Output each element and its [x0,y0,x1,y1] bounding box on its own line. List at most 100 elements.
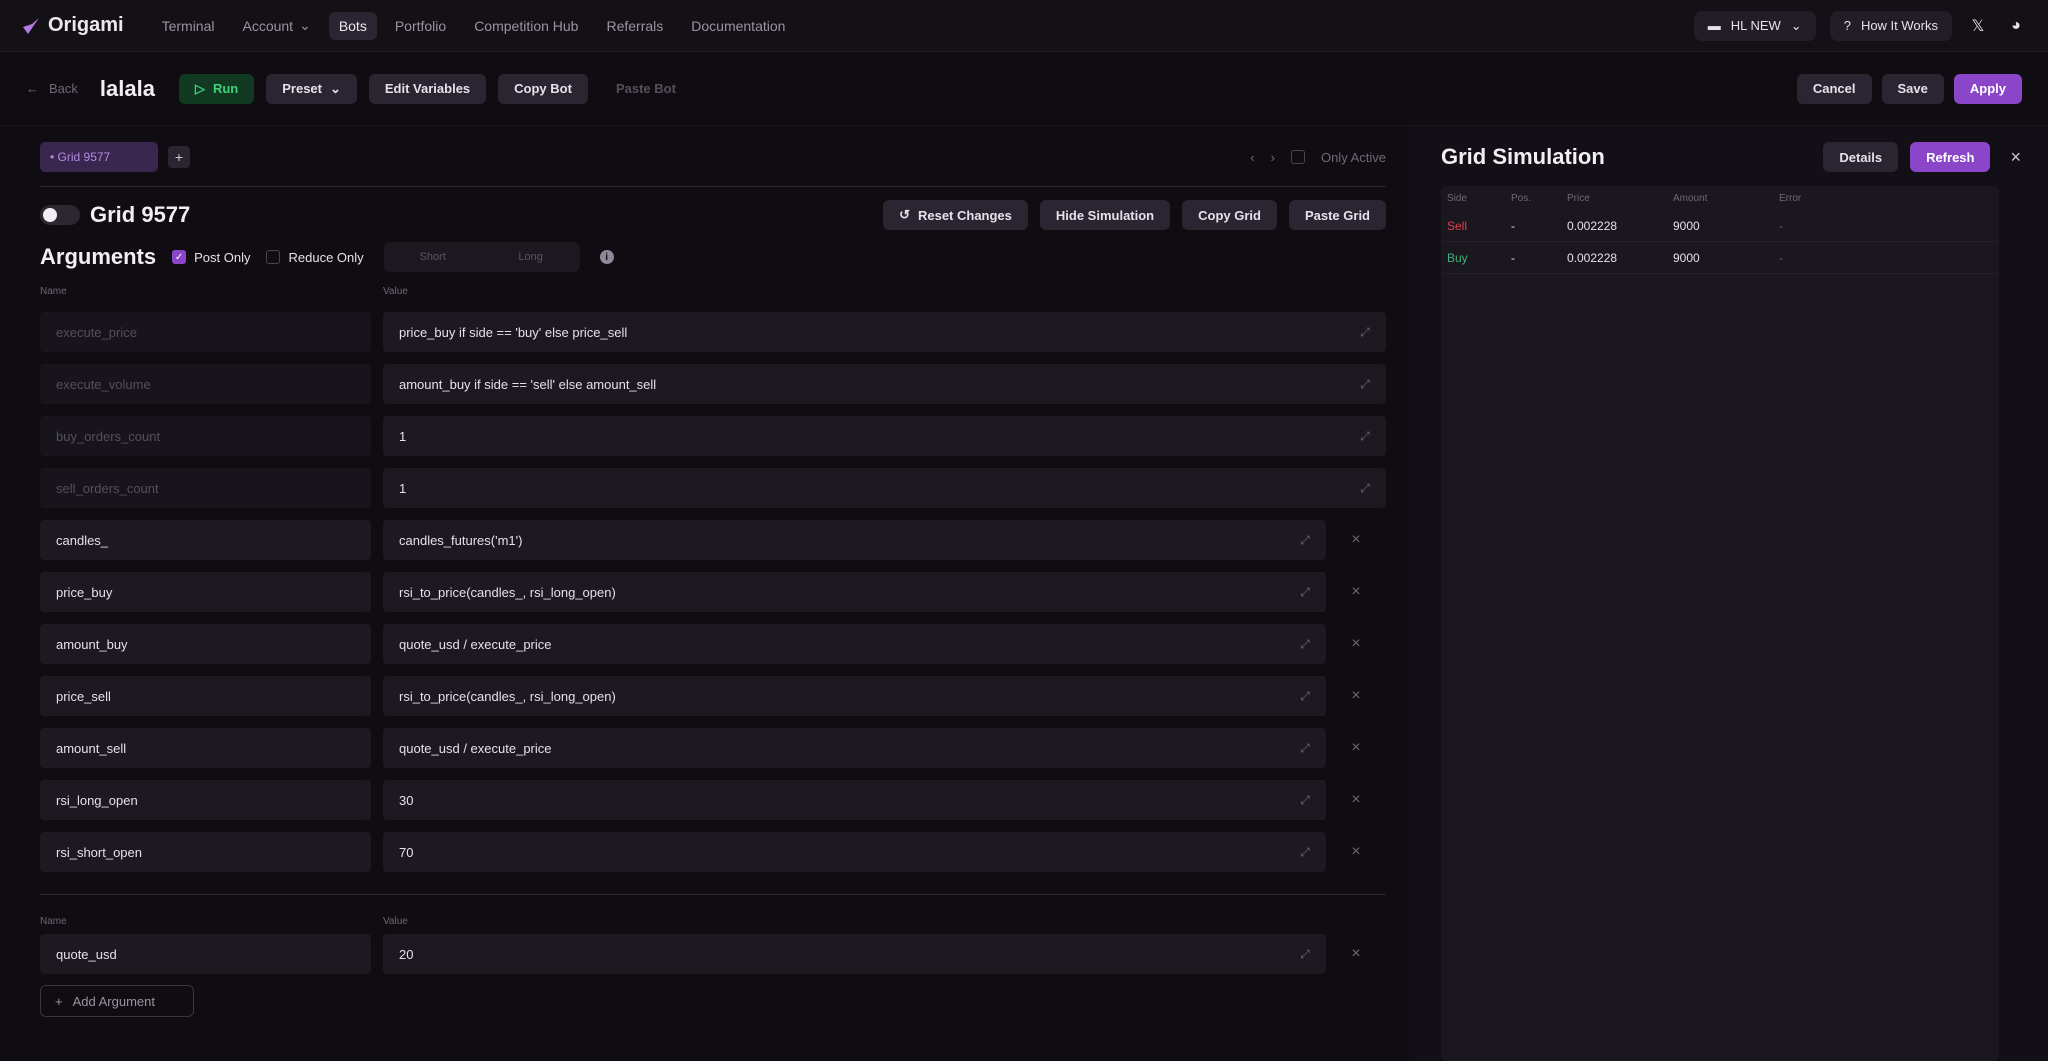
refresh-button[interactable]: Refresh [1910,142,1991,172]
edit-variables-button[interactable]: Edit Variables [368,73,487,104]
add-argument-button[interactable]: + Add Argument [40,985,194,1017]
variable-value-field[interactable]: 20 ⤢ [383,934,1326,974]
argument-value-field[interactable]: quote_usd / execute_price ⤢ [383,728,1326,768]
expand-icon[interactable]: ⤢ [1358,429,1372,443]
info-icon[interactable]: i [599,250,614,264]
grid-editor-panel: • Grid 9577 + ‹ › Only Active Grid 9577 … [26,126,1386,1061]
add-tab-button[interactable]: + [168,146,190,168]
close-icon[interactable]: × [1346,738,1366,758]
close-icon[interactable]: × [1346,530,1366,550]
grid-enabled-toggle[interactable] [40,205,80,225]
close-icon[interactable]: × [1346,634,1366,654]
long-option[interactable]: Long [482,251,580,263]
close-icon[interactable]: × [1346,686,1366,706]
row-pos: - [1511,218,1515,233]
short-option[interactable]: Short [384,251,482,263]
argument-row: amount_sell quote_usd / execute_price ⤢ … [40,728,1386,768]
argument-value-field[interactable]: 1 ⤢ [383,416,1386,456]
nav-bots[interactable]: Bots [328,11,377,40]
tab-grid-9577[interactable]: • Grid 9577 [40,142,158,172]
argument-name-field[interactable]: amount_buy [40,624,371,664]
expand-icon[interactable]: ⤢ [1298,741,1312,755]
reset-icon: ↺ [899,207,910,222]
expand-icon[interactable]: ⤢ [1358,325,1372,339]
close-icon[interactable]: × [1346,944,1366,964]
argument-row: rsi_long_open 30 ⤢ × [40,780,1386,820]
back-button[interactable]: ← Back [26,81,78,96]
reset-changes-button[interactable]: ↺ Reset Changes [883,200,1028,230]
copy-grid-button[interactable]: Copy Grid [1182,200,1277,230]
close-icon[interactable]: × [1346,582,1366,602]
nav-terminal[interactable]: Terminal [152,12,225,40]
cancel-button[interactable]: Cancel [1796,73,1872,104]
nav-referrals[interactable]: Referrals [596,12,673,40]
reduce-only-checkbox[interactable] [266,250,281,264]
expand-icon[interactable]: ⤢ [1298,533,1312,547]
only-active-checkbox[interactable] [1290,150,1305,164]
grid-tabs: • Grid 9577 + ‹ › Only Active [40,142,1386,172]
argument-name-field[interactable]: amount_sell [40,728,371,768]
reduce-only-option[interactable]: Reduce Only [266,250,364,265]
post-only-checkbox[interactable]: ✓ [172,250,187,264]
save-button[interactable]: Save [1881,73,1944,104]
argument-value-field[interactable]: rsi_to_price(candles_, rsi_long_open) ⤢ [383,676,1326,716]
argument-value-field[interactable]: 1 ⤢ [383,468,1386,508]
short-long-toggle[interactable]: Short Long [383,242,580,272]
apply-button[interactable]: Apply [1953,73,2022,104]
expand-icon[interactable]: ⤢ [1298,947,1312,961]
close-icon[interactable]: × [1346,842,1366,862]
row-amount: 9000 [1673,218,1700,233]
nav-account[interactable]: Account ⌄ [232,11,320,40]
argument-value-text: 1 [399,428,407,444]
run-button[interactable]: ▷ Run [178,73,255,104]
expand-icon[interactable]: ⤢ [1298,845,1312,859]
argument-value-field[interactable]: amount_buy if side == 'sell' else amount… [383,364,1386,404]
argument-value-field[interactable]: rsi_to_price(candles_, rsi_long_open) ⤢ [383,572,1326,612]
argument-name-field[interactable]: rsi_long_open [40,780,371,820]
argument-row: price_buy rsi_to_price(candles_, rsi_lon… [40,572,1386,612]
row-side: Sell [1447,218,1468,233]
copy-bot-button[interactable]: Copy Bot [498,73,588,104]
paste-grid-button[interactable]: Paste Grid [1288,200,1386,230]
paste-bot-button[interactable]: Paste Bot [600,74,692,104]
workspace-selector[interactable]: ▬ HL NEW ⌄ [1693,10,1816,41]
argument-row: execute_price price_buy if side == 'buy'… [40,312,1386,352]
nav-documentation[interactable]: Documentation [681,12,795,40]
x-twitter-icon[interactable]: 𝕏 [1966,14,1990,38]
post-only-option[interactable]: ✓ Post Only [172,250,250,265]
expand-icon[interactable]: ⤢ [1298,689,1312,703]
argument-name-field[interactable]: rsi_short_open [40,832,371,872]
close-icon[interactable]: × [1346,790,1366,810]
expand-icon[interactable]: ⤢ [1358,481,1372,495]
how-it-works-button[interactable]: ? How It Works [1829,10,1952,41]
expand-icon[interactable]: ⤢ [1298,793,1312,807]
bot-toolbar: ← Back lalala ▷ Run Preset ⌄ Edit Variab… [0,52,2048,126]
argument-value-field[interactable]: candles_futures('m1') ⤢ [383,520,1326,560]
argument-value-field[interactable]: 70 ⤢ [383,832,1326,872]
preset-dropdown[interactable]: Preset ⌄ [266,73,357,104]
expand-icon[interactable]: ⤢ [1298,637,1312,651]
details-button[interactable]: Details [1823,142,1899,172]
logo[interactable]: Origami [20,14,124,37]
nav-portfolio[interactable]: Portfolio [385,12,456,40]
grid-header: Grid 9577 ↺ Reset Changes Hide Simulatio… [40,198,1386,232]
argument-name-field[interactable]: price_buy [40,572,371,612]
expand-icon[interactable]: ⤢ [1358,377,1372,391]
nav-competition-hub[interactable]: Competition Hub [464,12,588,40]
argument-value-field[interactable]: price_buy if side == 'buy' else price_se… [383,312,1386,352]
argument-value-field[interactable]: quote_usd / execute_price ⤢ [383,624,1326,664]
argument-row: execute_volume amount_buy if side == 'se… [40,364,1386,404]
chevron-left-icon[interactable]: ‹ [1250,150,1254,165]
argument-value-text: amount_buy if side == 'sell' else amount… [399,376,657,392]
hide-simulation-button[interactable]: Hide Simulation [1039,200,1171,230]
variable-name-field[interactable]: quote_usd [40,934,371,974]
chevron-right-icon[interactable]: › [1271,150,1275,165]
expand-icon[interactable]: ⤢ [1298,585,1312,599]
close-icon[interactable]: × [2010,147,2021,168]
argument-name-field[interactable]: price_sell [40,676,371,716]
argument-value-text: 30 [399,792,414,808]
play-icon: ▷ [194,80,205,96]
discord-icon[interactable]: ◕ [2004,14,2028,38]
argument-value-field[interactable]: 30 ⤢ [383,780,1326,820]
argument-name-field[interactable]: candles_ [40,520,371,560]
